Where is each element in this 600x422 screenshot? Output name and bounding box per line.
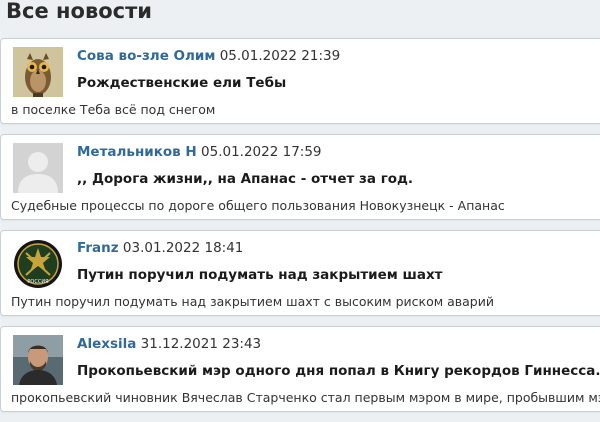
- news-headline-link[interactable]: ,, Дорога жизни,, на Апанас - отчет за г…: [77, 170, 413, 188]
- author-link[interactable]: Метальников Н: [77, 144, 197, 160]
- news-summary: Путин поручил подумать над закрытием шах…: [11, 294, 494, 309]
- news-headline-link[interactable]: Прокопьевский мэр одного дня попал в Кни…: [77, 362, 600, 380]
- news-feed: Сова во-зле Олим 05.01.2022 21:39 Рождес…: [0, 38, 600, 422]
- news-summary: прокопьевский чиновник Вячеслав Старченк…: [11, 390, 600, 405]
- news-date: 05.01.2022 17:59: [201, 144, 322, 160]
- news-meta: Метальников Н 05.01.2022 17:59: [77, 143, 322, 161]
- page-title: Все новости: [6, 0, 152, 23]
- news-item: Сова во-зле Олим 05.01.2022 21:39 Рождес…: [0, 38, 600, 124]
- owl-avatar-icon[interactable]: [13, 47, 63, 97]
- news-item: Метальников Н 05.01.2022 17:59 ,, Дорога…: [0, 134, 600, 220]
- svg-text:РОССИЯ: РОССИЯ: [27, 279, 48, 285]
- default-user-avatar-icon[interactable]: [13, 143, 63, 193]
- news-item: Alexsila 31.12.2021 23:43 Прокопьевский …: [0, 326, 600, 412]
- news-meta: Alexsila 31.12.2021 23:43: [77, 335, 261, 353]
- military-emblem-avatar-icon[interactable]: РОССИЯ: [13, 239, 63, 289]
- news-date: 31.12.2021 23:43: [140, 336, 262, 352]
- photo-avatar-icon[interactable]: [13, 335, 63, 385]
- author-link[interactable]: Franz: [77, 240, 119, 256]
- news-meta: Сова во-зле Олим 05.01.2022 21:39: [77, 47, 340, 65]
- news-meta: Franz 03.01.2022 18:41: [77, 239, 243, 257]
- news-summary: в поселке Теба всё под снегом: [11, 102, 216, 117]
- news-headline-link[interactable]: Рождественские ели Тебы: [77, 74, 286, 92]
- news-date: 03.01.2022 18:41: [122, 240, 244, 256]
- news-date: 05.01.2022 21:39: [219, 48, 341, 64]
- news-headline-link[interactable]: Путин поручил подумать над закрытием шах…: [77, 266, 442, 284]
- news-item: РОССИЯ Franz 03.01.2022 18:41 Путин пору…: [0, 230, 600, 316]
- news-summary: Судебные процессы по дороге общего польз…: [11, 198, 505, 213]
- author-link[interactable]: Сова во-зле Олим: [77, 48, 215, 64]
- author-link[interactable]: Alexsila: [77, 336, 136, 352]
